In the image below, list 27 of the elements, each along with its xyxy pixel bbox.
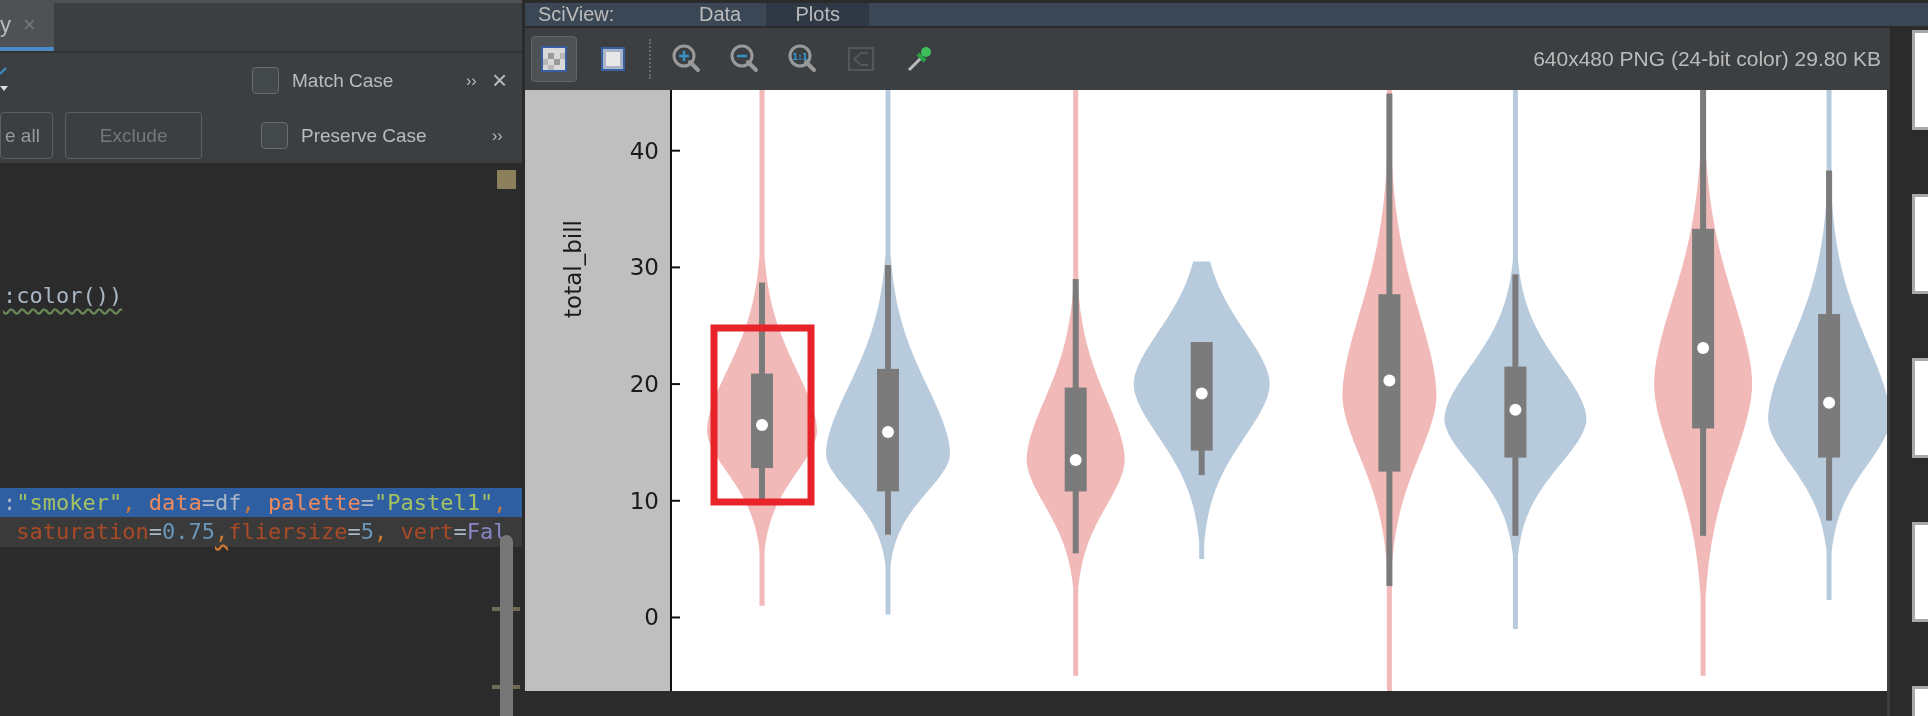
tick-label: 10 (629, 487, 659, 514)
error-stripe-marker[interactable] (497, 170, 516, 189)
plot-thumbnail[interactable] (1912, 522, 1928, 622)
tick-label: 20 (629, 371, 659, 398)
sciview-tab[interactable]: Plots (766, 3, 870, 26)
checkbox[interactable] (252, 67, 279, 94)
scrollbar-thumb[interactable] (500, 535, 513, 716)
image-info: 640x480 PNG (24-bit color) 29.80 KB (1533, 47, 1882, 71)
sciview-tab[interactable]: Data (674, 3, 767, 26)
tick-label: 0 (644, 604, 659, 631)
more-options[interactable]: ›› (466, 71, 492, 90)
checkerboard-icon[interactable] (531, 36, 577, 82)
option-label[interactable]: Match Case (292, 69, 394, 92)
option-label[interactable]: Preserve Case (301, 124, 427, 147)
code-line: :color()) (2, 282, 124, 310)
sciview-label: SciView: (537, 3, 616, 26)
plot-thumbnail[interactable] (1912, 194, 1928, 294)
find-button[interactable]: e all (0, 112, 53, 159)
editor-tab[interactable]: y × (0, 3, 54, 51)
checkbox[interactable] (261, 122, 288, 149)
more-options[interactable]: ›› (492, 126, 522, 145)
axis-title: total_bill (560, 220, 586, 318)
tick-label: 30 (629, 254, 659, 281)
plot-thumbnail[interactable] (1912, 30, 1928, 130)
close-icon[interactable]: × (492, 65, 522, 96)
plot-thumbnail[interactable] (1912, 358, 1928, 458)
tick-label: 40 (629, 137, 659, 164)
